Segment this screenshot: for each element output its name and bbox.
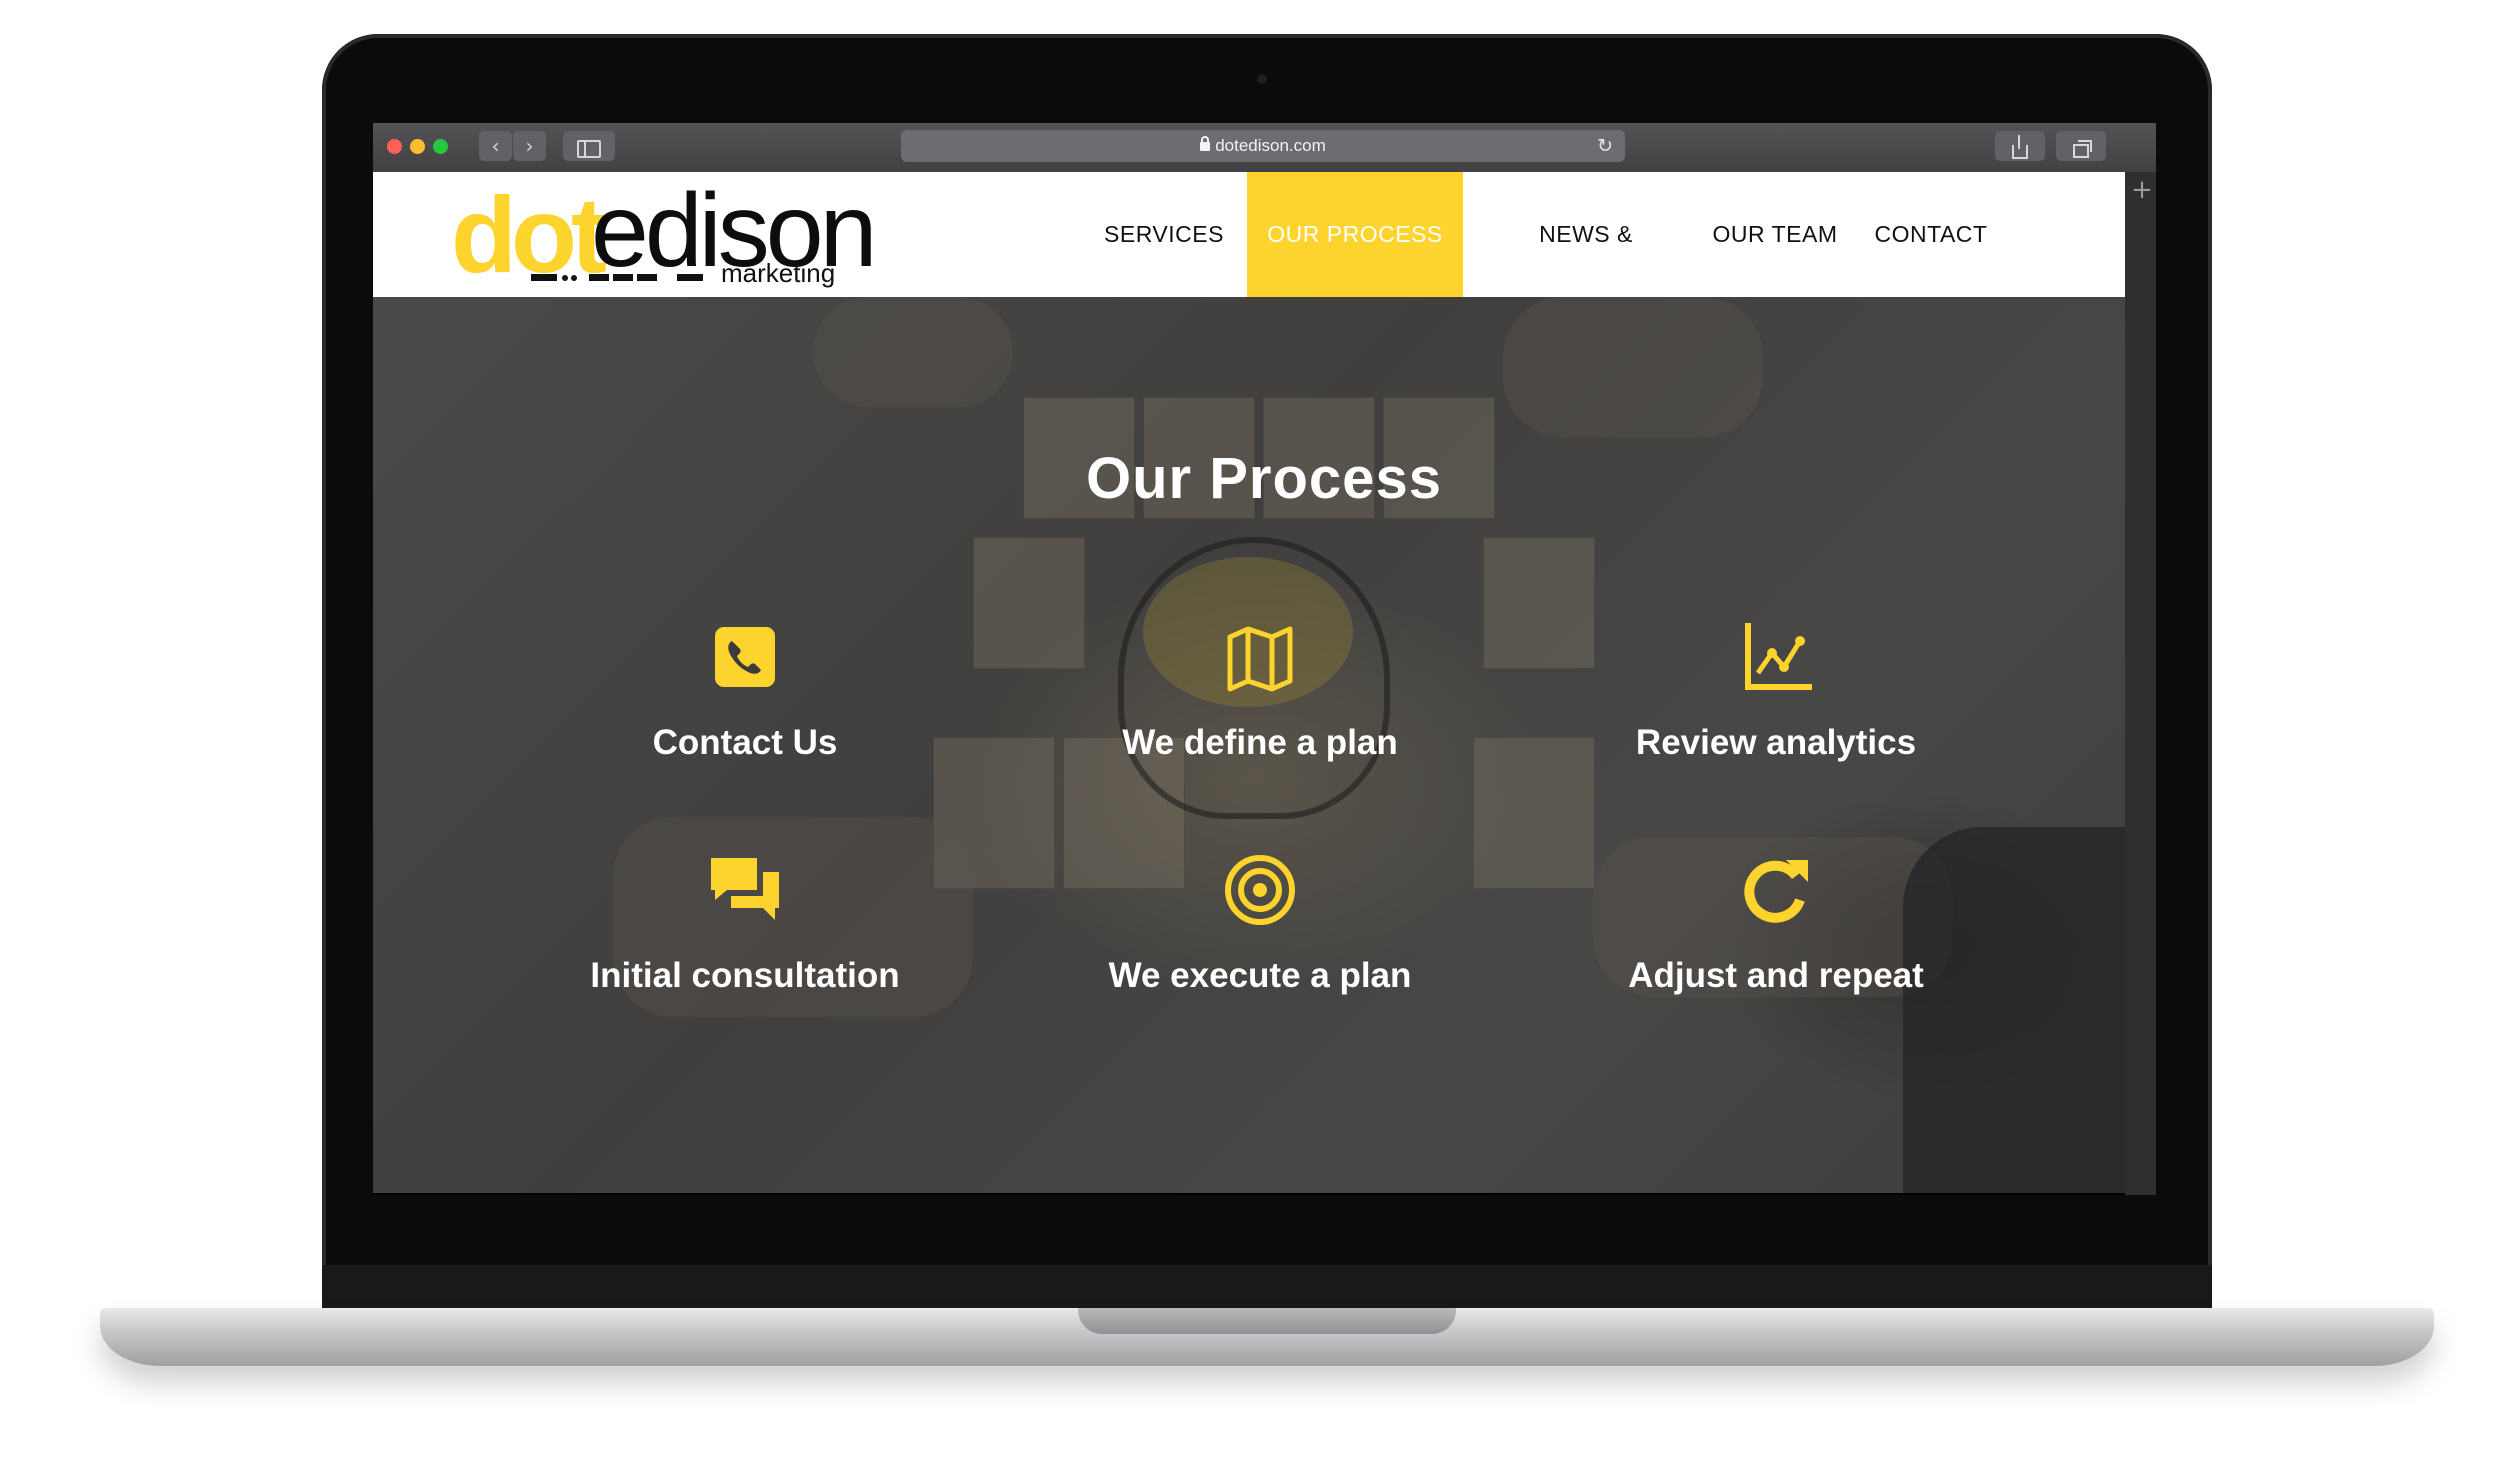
process-step: We define a plan <box>1000 617 1520 763</box>
map-icon <box>1227 626 1293 692</box>
redo-icon <box>1744 860 1808 923</box>
process-step: We execute a plan <box>1000 850 1520 996</box>
tabs-icon <box>2073 140 2092 158</box>
section-title: Our Process <box>1086 446 1442 511</box>
logo-dot-text: dot <box>451 174 607 295</box>
phone-icon <box>715 627 775 687</box>
site-header: dot edison marketing SERVICES OUR PROCES… <box>373 172 2155 372</box>
minimize-window-button[interactable] <box>410 139 425 154</box>
nav-news-insights[interactable]: NEWS & INSIGHTS <box>1483 172 1689 372</box>
reload-icon[interactable]: ↻ <box>1597 130 1613 162</box>
process-step: Adjust and repeat <box>1516 850 2036 996</box>
step-label: Adjust and repeat <box>1628 956 1924 995</box>
target-icon <box>1225 855 1295 925</box>
forward-button[interactable]: › <box>513 131 546 161</box>
close-window-button[interactable] <box>387 139 402 154</box>
chat-bubbles-icon <box>711 858 779 920</box>
step-label: Initial consultation <box>590 956 900 995</box>
tab-overview-strip <box>2125 172 2156 1195</box>
chevron-left-icon: ‹ <box>491 134 500 158</box>
new-tab-button[interactable]: + <box>2129 177 2155 203</box>
share-icon <box>2012 135 2028 159</box>
dotedison-logo[interactable]: dot edison marketing <box>451 173 911 295</box>
show-tabs-button[interactable] <box>2056 131 2106 161</box>
nav-our-process[interactable]: OUR PROCESS <box>1247 172 1463 297</box>
process-step: Review analytics <box>1516 617 2036 763</box>
process-step: Initial consultation <box>485 850 1005 996</box>
nav-our-team[interactable]: OUR TEAM <box>1708 172 1842 297</box>
step-label: Review analytics <box>1635 723 1917 762</box>
laptop-notch <box>1078 1308 1456 1334</box>
share-button[interactable] <box>1995 131 2045 161</box>
chevron-right-icon: › <box>525 134 534 158</box>
process-hero-section: Our Process Contact Us We define a plan <box>373 297 2155 1193</box>
webcam <box>1257 74 1267 84</box>
url-text: dotedison.com <box>1215 136 1326 155</box>
logo-marketing-text: marketing <box>721 258 836 288</box>
laptop-bottom-bezel <box>322 1265 2212 1310</box>
sidebar-toggle-button[interactable] <box>563 131 615 161</box>
back-button[interactable]: ‹ <box>479 131 512 161</box>
zoom-window-button[interactable] <box>433 139 448 154</box>
laptop-screen: ‹ › dotedison.com ↻ dot edison marketing… <box>373 123 2156 1195</box>
browser-toolbar: ‹ › dotedison.com ↻ <box>373 123 2156 173</box>
line-chart-icon <box>1745 623 1812 690</box>
sidebar-icon <box>577 140 601 158</box>
step-label: We define a plan <box>1122 723 1398 762</box>
step-label: Contact Us <box>652 723 838 762</box>
web-page: dot edison marketing SERVICES OUR PROCES… <box>373 172 2155 1195</box>
lock-icon <box>1200 136 1211 151</box>
address-bar[interactable]: dotedison.com ↻ <box>901 130 1625 162</box>
process-step: Contact Us <box>485 617 1005 763</box>
nav-contact[interactable]: CONTACT <box>1861 172 2001 297</box>
step-label: We execute a plan <box>1108 956 1412 995</box>
nav-services[interactable]: SERVICES <box>1101 172 1227 297</box>
